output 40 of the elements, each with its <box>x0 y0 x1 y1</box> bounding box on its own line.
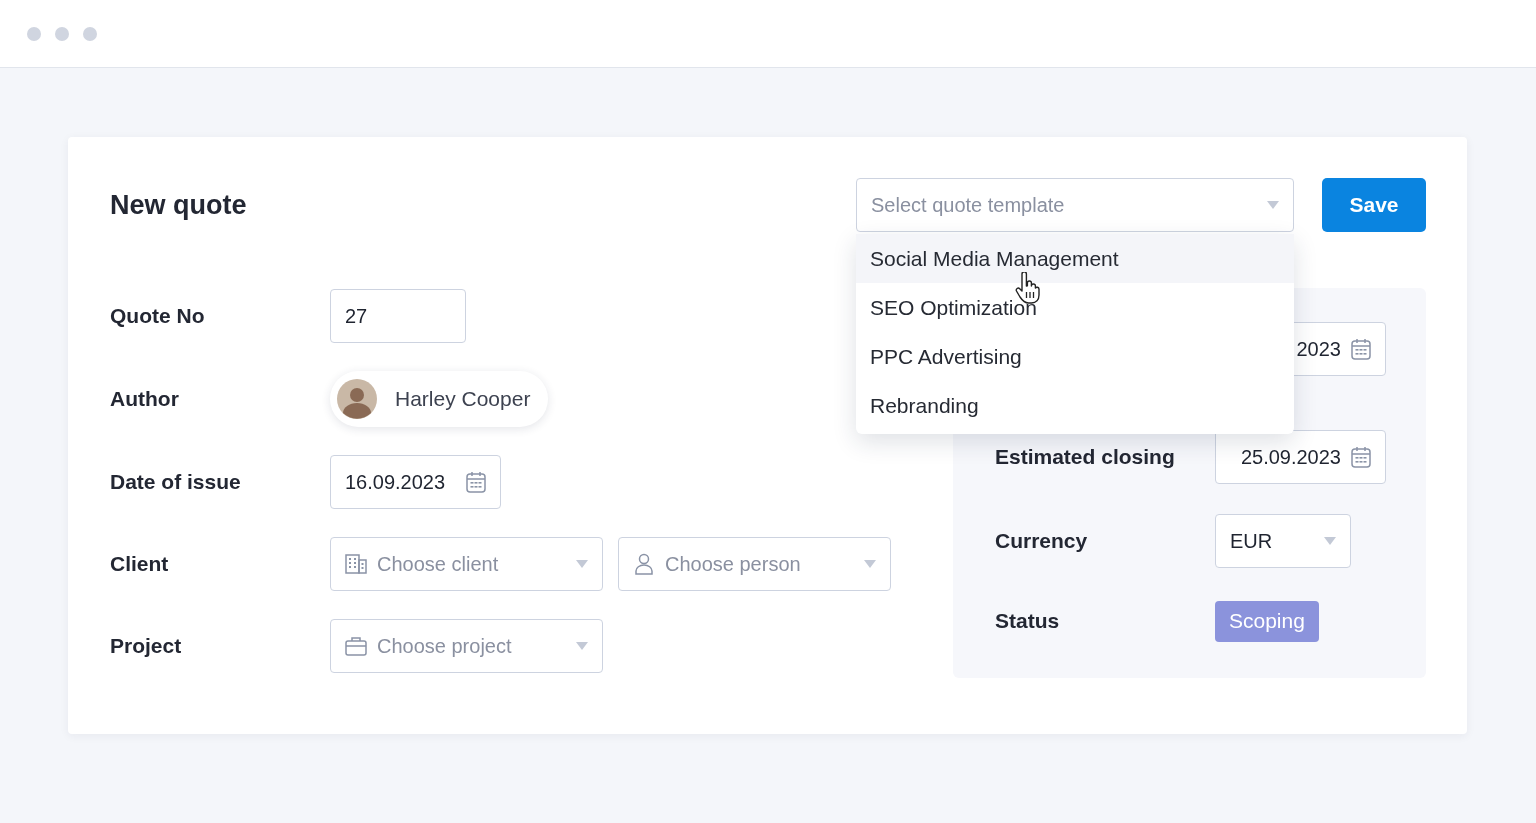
window-dot-icon <box>55 26 69 41</box>
author-name: Harley Cooper <box>395 387 531 411</box>
field-label: Date of issue <box>110 470 242 494</box>
author-chip[interactable]: Harley Cooper <box>330 371 549 427</box>
caret-icon <box>1324 537 1336 545</box>
field-label: Author <box>110 387 180 411</box>
field-label: Project <box>110 634 183 658</box>
field-label: Quote No <box>110 304 206 328</box>
window-dot-icon <box>27 26 41 41</box>
building-icon <box>345 553 367 575</box>
date-field[interactable]: 25.09.2023 <box>1215 430 1386 484</box>
field-label: Client <box>110 552 170 576</box>
calendar-icon <box>1351 446 1371 468</box>
calendar-icon <box>1351 338 1371 360</box>
placeholder-text: Choose client <box>377 552 499 576</box>
person-icon <box>633 553 655 575</box>
date-field[interactable]: 16.09.2023 <box>330 455 501 509</box>
date-value: 25.09.2023 <box>1240 445 1341 469</box>
caret-icon <box>1267 201 1279 209</box>
date-value: 16.09.2023 <box>345 470 446 494</box>
field-label: Estimated closing <box>995 445 1176 469</box>
text-field[interactable]: 27 <box>330 289 466 343</box>
placeholder-text: Choose project <box>377 634 512 658</box>
briefcase-icon <box>345 635 367 657</box>
caret-icon <box>576 560 588 568</box>
menu-option[interactable]: Rebranding <box>856 381 1294 430</box>
date-value: 2023 <box>1296 337 1341 361</box>
placeholder-text: Choose person <box>665 552 801 576</box>
selected-value: EUR <box>1230 529 1273 553</box>
caret-icon <box>864 560 876 568</box>
page-title: New quote <box>110 189 248 221</box>
avatar-icon <box>337 379 377 419</box>
field-label: Currency <box>995 529 1089 553</box>
calendar-icon <box>466 471 486 493</box>
currency-dropdown[interactable]: EUR <box>1215 514 1351 568</box>
window-dot-icon <box>83 26 97 41</box>
save-button[interactable]: Save <box>1322 178 1426 232</box>
field-label: Status <box>995 609 1061 633</box>
placeholder-text: Select quote template <box>871 193 1066 217</box>
caret-icon <box>576 642 588 650</box>
